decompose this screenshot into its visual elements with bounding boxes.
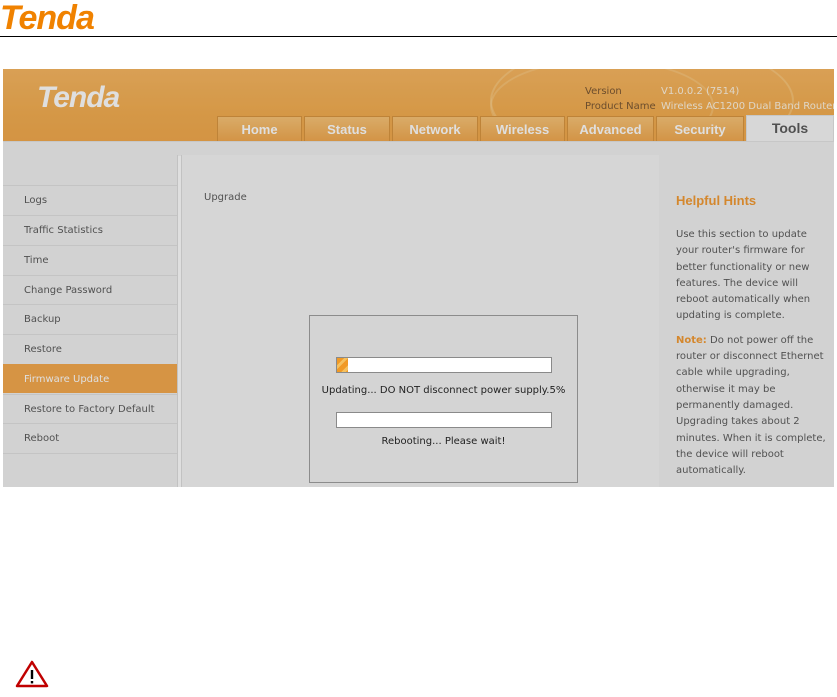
upgrade-progress-bar [336,357,552,373]
reboot-status-text: Rebooting... Please wait! [381,436,506,447]
upgrade-progress-fill [337,358,348,372]
upgrade-status-text: Updating... DO NOT disconnect power supp… [321,385,566,396]
warning-triangle-icon [15,660,49,692]
reboot-progress-bar [336,412,552,428]
document-logo: Tenda [0,0,95,37]
document-header-rule [0,36,837,37]
router-screenshot: Tenda Version Product Name V1.0.0.2 (751… [3,69,834,487]
upgrade-dialog: Updating... DO NOT disconnect power supp… [309,315,578,483]
